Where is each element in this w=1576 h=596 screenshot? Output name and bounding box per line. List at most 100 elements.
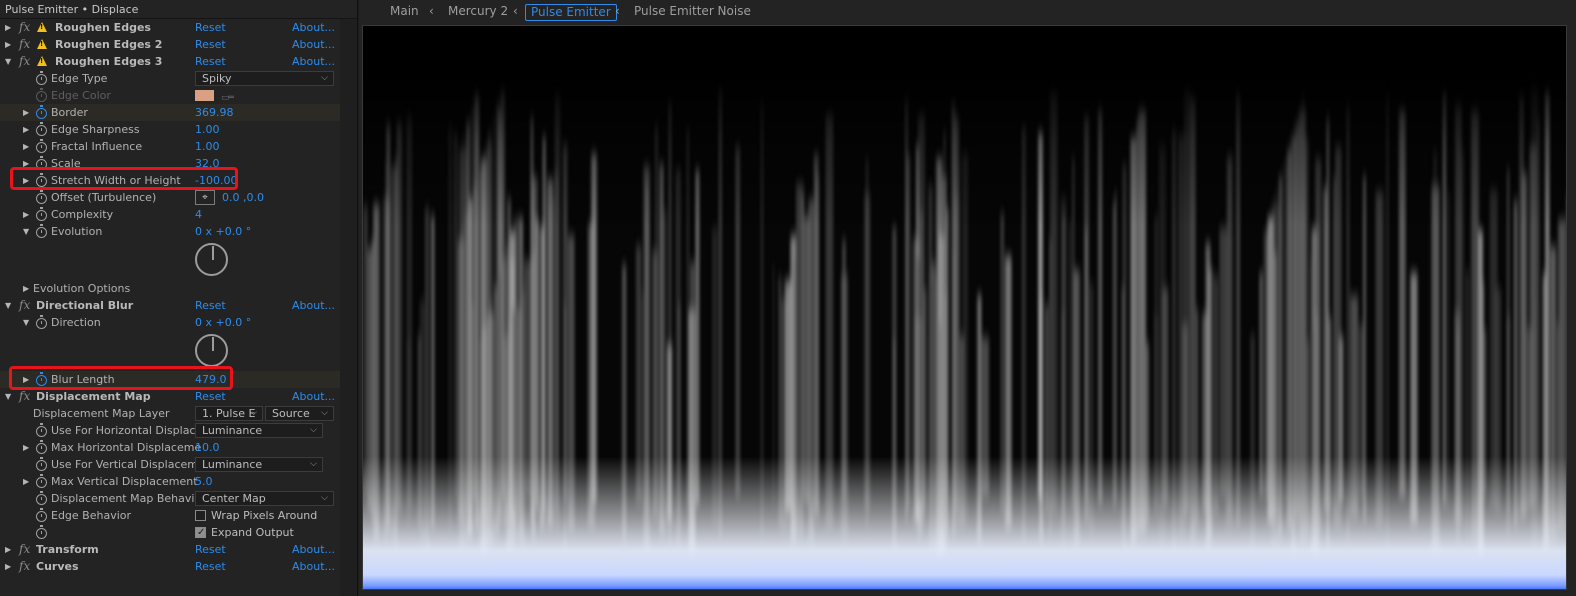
about-link[interactable]: About...	[292, 297, 335, 314]
layer-dropdown[interactable]: 1. Pulse E ⌵	[195, 406, 263, 421]
panel-scrollbar[interactable]	[340, 19, 357, 596]
highlight-box-stretch	[10, 167, 238, 190]
fx-toggle-icon[interactable]: fx	[19, 388, 30, 405]
chevron-down-icon: ⌵	[310, 459, 317, 469]
stopwatch-icon[interactable]	[36, 224, 47, 238]
param-value[interactable]: 0 x +0.0 °	[195, 223, 251, 240]
about-link[interactable]: About...	[292, 541, 335, 558]
composition-canvas[interactable]	[362, 25, 1567, 590]
breadcrumb-pulse-emitter-noise[interactable]: Pulse Emitter Noise	[629, 4, 756, 21]
param-label: Evolution Options	[33, 282, 131, 295]
param-label: Fractal Influence	[51, 140, 143, 153]
stopwatch-icon[interactable]	[36, 139, 47, 153]
param-value[interactable]: 1.00	[195, 138, 220, 155]
fx-toggle-icon[interactable]: fx	[19, 19, 30, 36]
param-edge-behavior: Edge Behavior Wrap Pixels Around	[0, 507, 340, 524]
param-max-vertical: ▶ Max Vertical Displacement 5.0	[0, 473, 340, 490]
effect-directional-blur[interactable]: ▼ fx Directional Blur Reset About...	[0, 297, 340, 314]
crosshair-icon[interactable]: ⌖	[195, 190, 215, 205]
collapse-triangle-icon[interactable]: ▼	[23, 314, 29, 331]
vertical-channel-dropdown[interactable]: Luminance ⌵	[195, 457, 323, 472]
expand-output-checkbox[interactable]	[195, 524, 206, 541]
reset-link[interactable]: Reset	[195, 53, 226, 70]
expand-triangle-icon[interactable]: ▶	[5, 19, 11, 36]
breadcrumb-main[interactable]: Main	[385, 4, 424, 21]
stopwatch-icon[interactable]	[36, 491, 47, 505]
stopwatch-icon[interactable]	[36, 105, 47, 119]
wrap-pixels-checkbox[interactable]	[195, 510, 206, 521]
collapse-triangle-icon[interactable]: ▼	[5, 388, 11, 405]
param-value[interactable]: 10.0	[195, 439, 220, 456]
about-link[interactable]: About...	[292, 36, 335, 53]
stopwatch-icon[interactable]	[36, 474, 47, 488]
fx-toggle-icon[interactable]: fx	[19, 541, 30, 558]
about-link[interactable]: About...	[292, 19, 335, 36]
reset-link[interactable]: Reset	[195, 36, 226, 53]
stopwatch-icon[interactable]	[36, 315, 47, 329]
param-value[interactable]: 4	[195, 206, 202, 223]
expand-triangle-icon[interactable]: ▶	[23, 104, 29, 121]
effect-curves[interactable]: ▶ fx Curves Reset About...	[0, 558, 340, 575]
horizontal-channel-dropdown[interactable]: Luminance ⌵	[195, 423, 323, 438]
fx-toggle-icon[interactable]: fx	[19, 53, 30, 70]
reset-link[interactable]: Reset	[195, 388, 226, 405]
param-value[interactable]: 0.0 ,0.0	[222, 189, 264, 206]
expand-triangle-icon[interactable]: ▶	[5, 541, 11, 558]
param-complexity: ▶ Complexity 4	[0, 206, 340, 223]
chevron-down-icon: ⌵	[321, 493, 328, 503]
about-link[interactable]: About...	[292, 53, 335, 70]
stopwatch-icon[interactable]	[36, 525, 47, 539]
param-use-for-horizontal: Use For Horizontal Displace Luminance ⌵	[0, 422, 340, 439]
stopwatch-icon[interactable]	[36, 508, 47, 522]
edge-type-dropdown[interactable]: Spiky ⌵	[195, 71, 334, 86]
behavior-dropdown[interactable]: Center Map ⌵	[195, 491, 334, 506]
effect-transform[interactable]: ▶ fx Transform Reset About...	[0, 541, 340, 558]
direction-dial[interactable]	[195, 334, 228, 367]
breadcrumb-mercury-2[interactable]: Mercury 2	[443, 4, 513, 21]
stopwatch-icon[interactable]	[36, 207, 47, 221]
reset-link[interactable]: Reset	[195, 541, 226, 558]
color-swatch[interactable]	[195, 90, 214, 101]
expand-triangle-icon[interactable]: ▶	[23, 121, 29, 138]
collapse-triangle-icon[interactable]: ▼	[5, 297, 11, 314]
stopwatch-icon[interactable]	[36, 190, 47, 204]
param-value[interactable]: 1.00	[195, 121, 220, 138]
evolution-dial[interactable]	[195, 243, 228, 276]
reset-link[interactable]: Reset	[195, 19, 226, 36]
fx-toggle-icon[interactable]: fx	[19, 36, 30, 53]
stopwatch-icon[interactable]	[36, 71, 47, 85]
expand-triangle-icon[interactable]: ▶	[5, 558, 11, 575]
reset-link[interactable]: Reset	[195, 558, 226, 575]
reset-link[interactable]: Reset	[195, 297, 226, 314]
expand-triangle-icon[interactable]: ▶	[23, 473, 29, 490]
collapse-triangle-icon[interactable]: ▼	[23, 223, 29, 240]
param-value[interactable]: 0 x +0.0 °	[195, 314, 251, 331]
stopwatch-icon[interactable]	[36, 457, 47, 471]
param-label: Displacement Map Behavio	[51, 492, 202, 505]
effect-roughen-edges-2[interactable]: ▶ fx Roughen Edges 2 Reset About...	[0, 36, 340, 53]
param-evolution-options[interactable]: ▶ Evolution Options	[0, 280, 340, 297]
param-displacement-map-layer: Displacement Map Layer 1. Pulse E ⌵ Sourc…	[0, 405, 340, 422]
breadcrumb-pulse-emitter[interactable]: Pulse Emitter	[525, 4, 617, 21]
fx-toggle-icon[interactable]: fx	[19, 558, 30, 575]
fx-toggle-icon[interactable]: fx	[19, 297, 30, 314]
chevron-down-icon: ⌵	[250, 408, 257, 418]
expand-triangle-icon[interactable]: ▶	[23, 439, 29, 456]
collapse-triangle-icon[interactable]: ▼	[5, 53, 11, 70]
effect-roughen-edges[interactable]: ▶ fx Roughen Edges Reset About...	[0, 19, 340, 36]
stopwatch-icon[interactable]	[36, 440, 47, 454]
about-link[interactable]: About...	[292, 388, 335, 405]
about-link[interactable]: About...	[292, 558, 335, 575]
expand-triangle-icon[interactable]: ▶	[23, 138, 29, 155]
expand-triangle-icon[interactable]: ▶	[5, 36, 11, 53]
source-dropdown[interactable]: Source ⌵	[265, 406, 334, 421]
effect-roughen-edges-3[interactable]: ▼ fx Roughen Edges 3 Reset About...	[0, 53, 340, 70]
effect-displacement-map[interactable]: ▼ fx Displacement Map Reset About...	[0, 388, 340, 405]
param-value[interactable]: 369.98	[195, 104, 234, 121]
stopwatch-icon	[36, 88, 47, 102]
stopwatch-icon[interactable]	[36, 122, 47, 136]
expand-triangle-icon[interactable]: ▶	[23, 280, 29, 297]
param-value[interactable]: 5.0	[195, 473, 213, 490]
expand-triangle-icon[interactable]: ▶	[23, 206, 29, 223]
stopwatch-icon[interactable]	[36, 423, 47, 437]
